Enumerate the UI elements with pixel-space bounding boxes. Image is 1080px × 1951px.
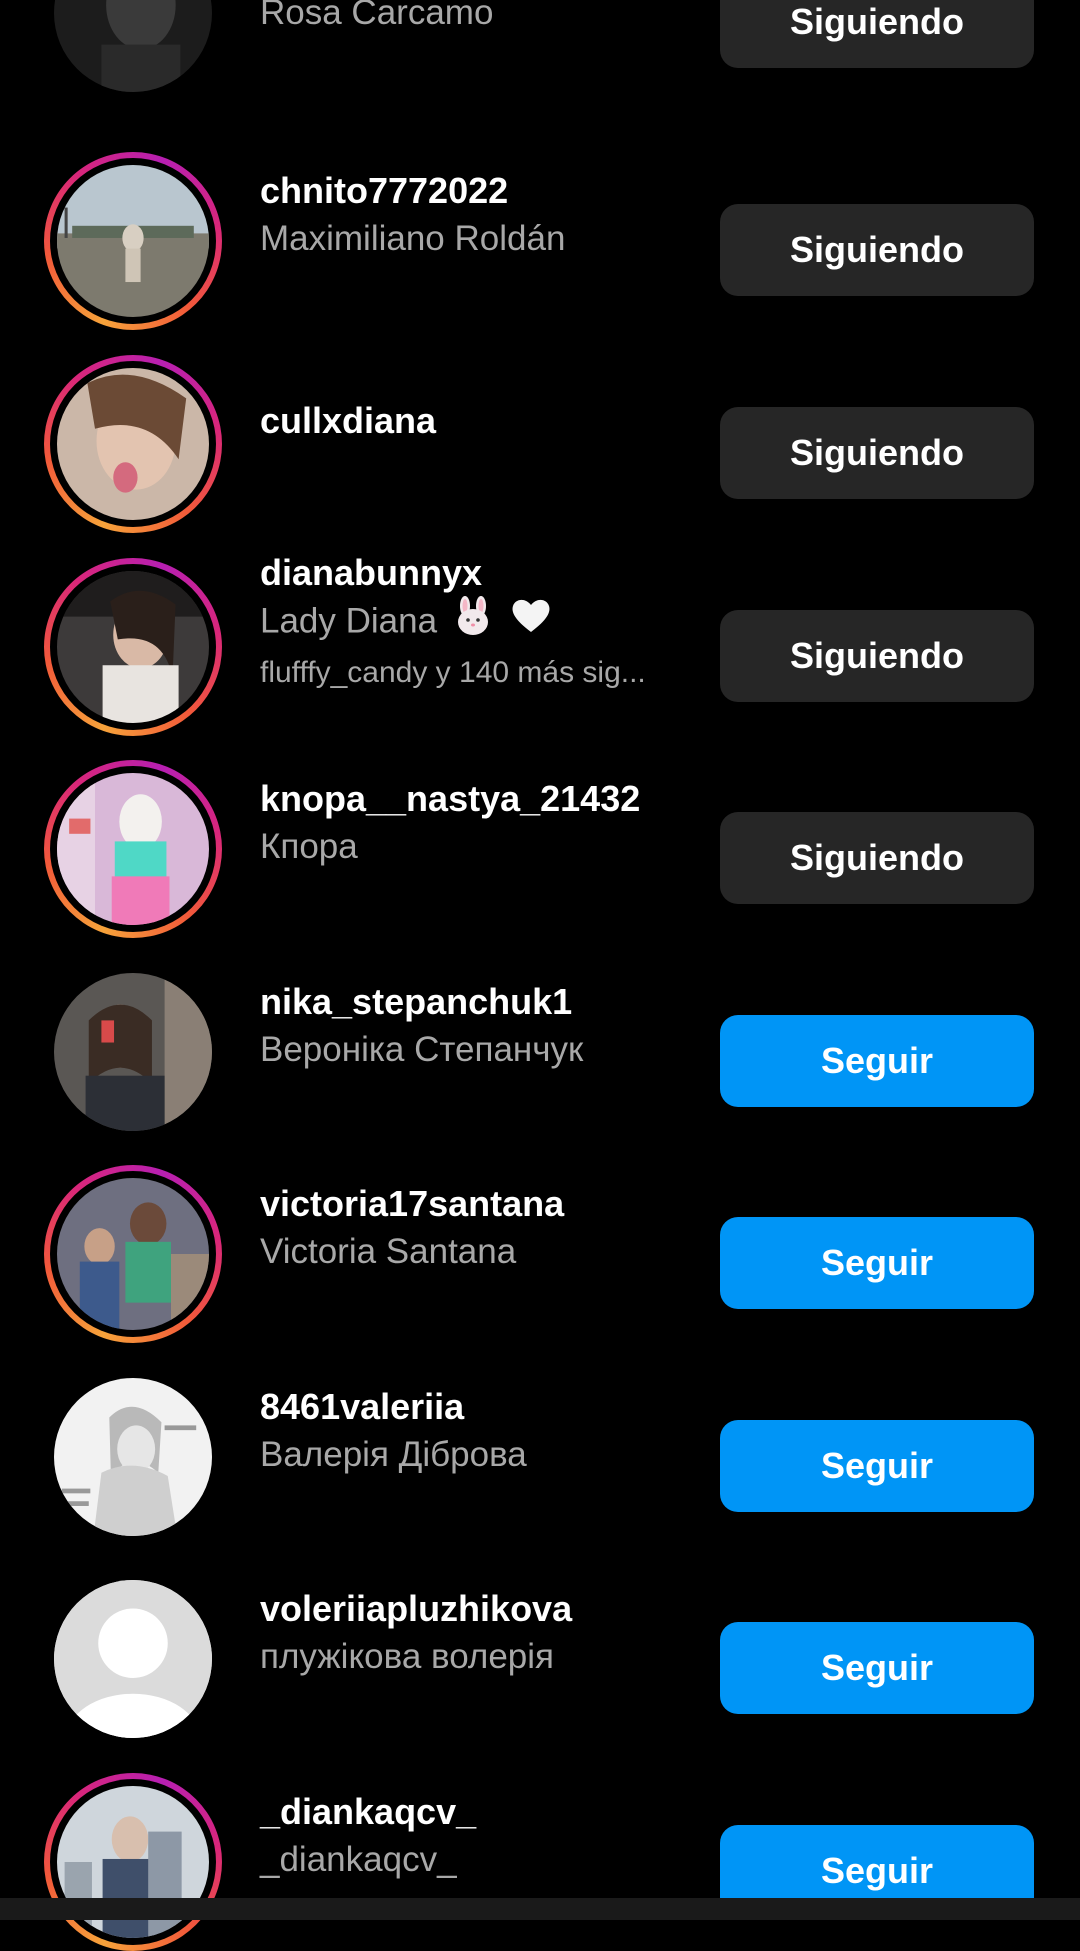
- full-name: Вероніка Степанчук: [260, 1030, 584, 1069]
- follow-button[interactable]: Seguir: [720, 1622, 1034, 1714]
- avatar[interactable]: [44, 152, 222, 330]
- full-name: _diankaqcv_: [260, 1840, 457, 1879]
- rabbit-face-icon: [451, 596, 495, 650]
- avatar[interactable]: [44, 1368, 222, 1546]
- account-texts: cullxdiana: [260, 398, 710, 444]
- list-item[interactable]: chnito7772022 Maximiliano Roldán Siguien…: [0, 124, 1080, 330]
- list-item[interactable]: dianabunnyx Lady Diana flufffy_candy y 1…: [0, 530, 1080, 736]
- username[interactable]: nika_stepanchuk1: [260, 979, 710, 1025]
- account-texts: victoria17santana Victoria Santana: [260, 1181, 710, 1277]
- username[interactable]: chnito7772022: [260, 168, 710, 214]
- white-heart-icon: [509, 596, 553, 650]
- profile-photo-icon: [57, 571, 209, 723]
- account-texts: dianabunnyx Lady Diana flufffy_candy y 1…: [260, 550, 710, 696]
- list-item[interactable]: rosalcarcamo024 Rosa Carcamo Siguiendo: [0, 0, 1080, 92]
- profile-photo-icon: [57, 1178, 209, 1330]
- following-button[interactable]: Siguiendo: [720, 204, 1034, 296]
- avatar[interactable]: [44, 963, 222, 1141]
- full-name: Lady Diana: [260, 596, 710, 650]
- avatar[interactable]: [44, 1773, 222, 1951]
- list-item[interactable]: 8461valeriia Валерія Діброва Seguir: [0, 1340, 1080, 1536]
- avatar[interactable]: [44, 558, 222, 736]
- list-item[interactable]: victoria17santana Victoria Santana Segui…: [0, 1137, 1080, 1343]
- follow-button[interactable]: Seguir: [720, 1217, 1034, 1309]
- bottom-navigation-edge: [0, 1898, 1080, 1920]
- username[interactable]: dianabunnyx: [260, 550, 710, 596]
- account-texts: _diankaqcv_ _diankaqcv_: [260, 1789, 710, 1885]
- full-name: плужікова волерія: [260, 1637, 554, 1676]
- account-texts: knopa__nastya_21432 Кпора: [260, 776, 710, 872]
- username[interactable]: knopa__nastya_21432: [260, 776, 710, 822]
- account-texts: chnito7772022 Maximiliano Roldán: [260, 168, 710, 264]
- default-avatar-icon: [54, 1580, 212, 1738]
- username[interactable]: victoria17santana: [260, 1181, 710, 1227]
- list-item[interactable]: knopa__nastya_21432 Кпора Siguiendo: [0, 732, 1080, 938]
- full-name: Maximiliano Roldán: [260, 219, 566, 258]
- username[interactable]: voleriiapluzhikova: [260, 1586, 710, 1632]
- follow-button[interactable]: Seguir: [720, 1015, 1034, 1107]
- full-name-text: Lady Diana: [260, 601, 438, 641]
- profile-photo-icon: [54, 0, 212, 92]
- profile-photo-icon: [57, 773, 209, 925]
- list-item[interactable]: voleriiapluzhikova плужікова волерія Seg…: [0, 1542, 1080, 1738]
- avatar[interactable]: [44, 760, 222, 938]
- account-texts: voleriiapluzhikova плужікова волерія: [260, 1586, 710, 1682]
- profile-photo-icon: [57, 165, 209, 317]
- accounts-list: rosalcarcamo024 Rosa Carcamo Siguiendo: [0, 0, 1080, 1951]
- account-texts: nika_stepanchuk1 Вероніка Степанчук: [260, 979, 710, 1075]
- avatar[interactable]: [44, 0, 222, 102]
- avatar[interactable]: [44, 355, 222, 533]
- full-name: Victoria Santana: [260, 1232, 517, 1271]
- profile-photo-icon: [54, 973, 212, 1131]
- full-name: Валерія Діброва: [260, 1435, 527, 1474]
- full-name: Rosa Carcamo: [260, 0, 494, 32]
- list-item[interactable]: cullxdiana Siguiendo: [0, 327, 1080, 533]
- profile-photo-icon: [57, 368, 209, 520]
- account-texts: 8461valeriia Валерія Діброва: [260, 1384, 710, 1480]
- username[interactable]: 8461valeriia: [260, 1384, 710, 1430]
- username[interactable]: cullxdiana: [260, 398, 710, 444]
- following-button[interactable]: Siguiendo: [720, 812, 1034, 904]
- profile-photo-icon: [54, 1378, 212, 1536]
- followed-by-text: flufffy_candy y 140 más sig...: [260, 656, 646, 689]
- username[interactable]: _diankaqcv_: [260, 1789, 710, 1835]
- list-item[interactable]: nika_stepanchuk1 Вероніка Степанчук Segu…: [0, 935, 1080, 1131]
- follow-button[interactable]: Seguir: [720, 1420, 1034, 1512]
- following-button[interactable]: Siguiendo: [720, 610, 1034, 702]
- avatar[interactable]: [44, 1570, 222, 1748]
- account-texts: rosalcarcamo024 Rosa Carcamo: [260, 0, 710, 38]
- following-button[interactable]: Siguiendo: [720, 0, 1034, 68]
- avatar[interactable]: [44, 1165, 222, 1343]
- full-name: Кпора: [260, 827, 358, 866]
- following-button[interactable]: Siguiendo: [720, 407, 1034, 499]
